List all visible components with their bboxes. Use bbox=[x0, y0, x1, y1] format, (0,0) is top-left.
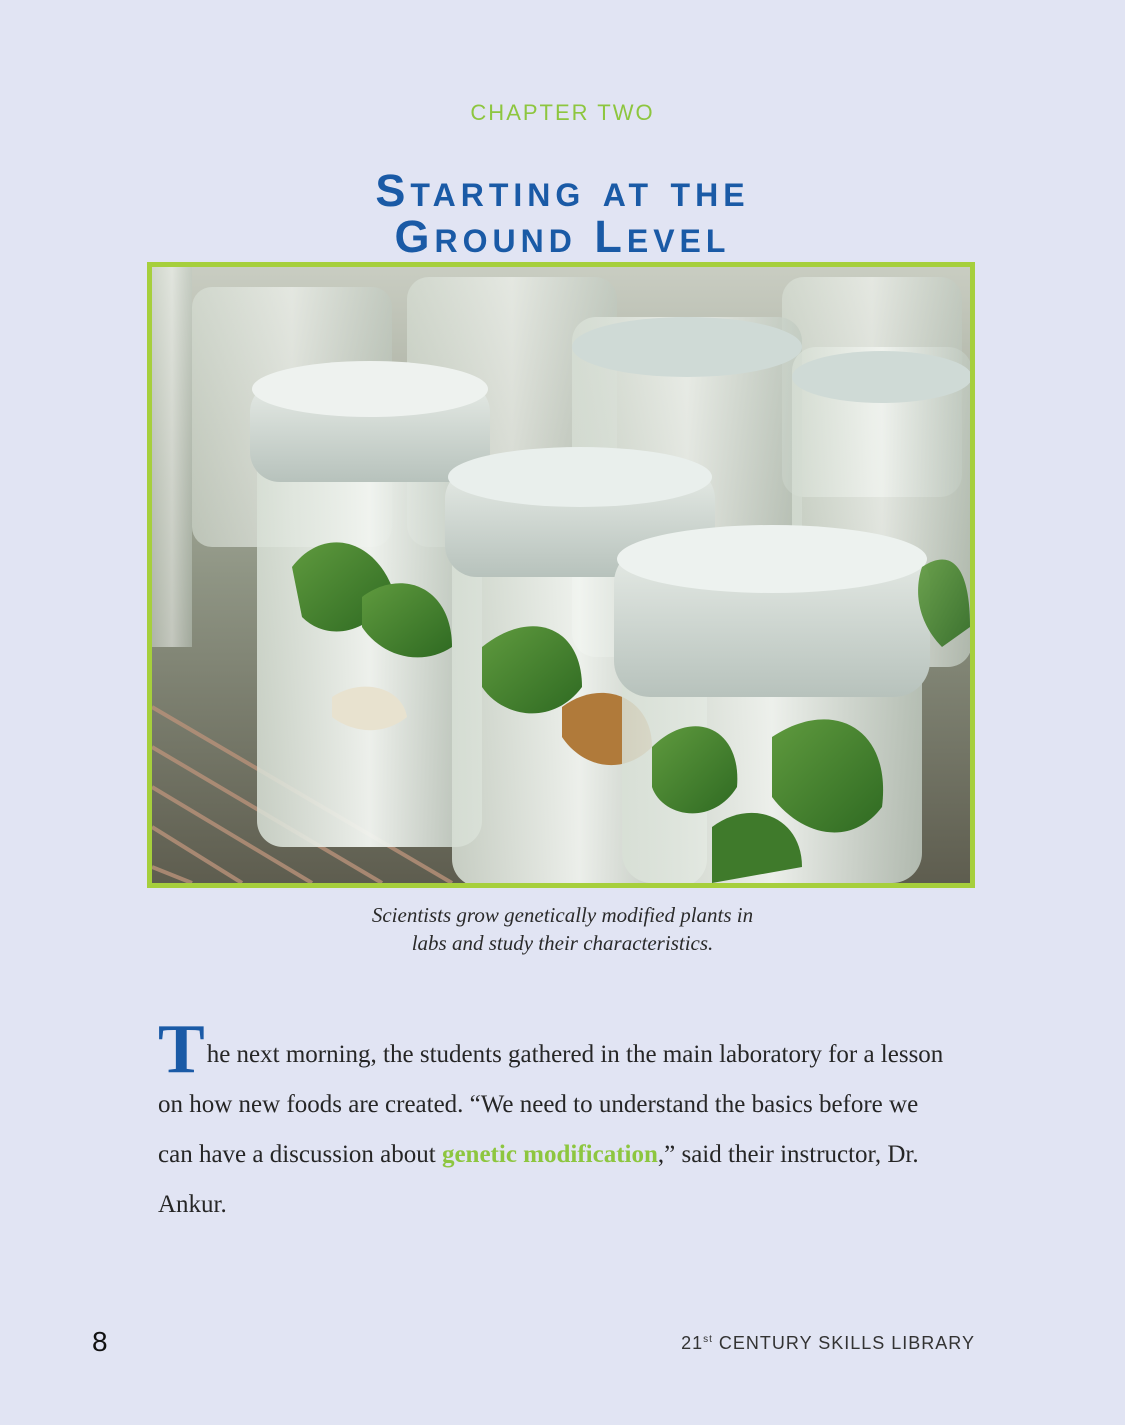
lab-jars-photo bbox=[147, 262, 975, 888]
drop-cap: T bbox=[158, 1011, 205, 1088]
glossary-term-link[interactable]: genetic modification bbox=[442, 1141, 658, 1168]
chapter-title: Starting at the Ground Level bbox=[0, 168, 1125, 260]
series-prefix: 21 bbox=[681, 1333, 704, 1353]
body-paragraph: The next morning, the students gathered … bbox=[158, 1015, 958, 1230]
chapter-title-line-2: Ground Level bbox=[394, 211, 731, 262]
chapter-label: CHAPTER TWO bbox=[470, 100, 655, 125]
caption-line-2: labs and study their characteristics. bbox=[411, 931, 714, 955]
figure-caption: Scientists grow genetically modified pla… bbox=[0, 901, 1125, 957]
series-footer: 21st CENTURY SKILLS LIBRARY bbox=[681, 1333, 975, 1354]
lab-jars-illustration bbox=[152, 267, 970, 883]
page-number: 8 bbox=[92, 1326, 108, 1357]
series-superscript: st bbox=[703, 1334, 713, 1345]
series-suffix: CENTURY SKILLS LIBRARY bbox=[712, 1333, 975, 1353]
chapter-title-line-1: Starting at the bbox=[375, 165, 750, 216]
caption-line-1: Scientists grow genetically modified pla… bbox=[371, 903, 754, 927]
